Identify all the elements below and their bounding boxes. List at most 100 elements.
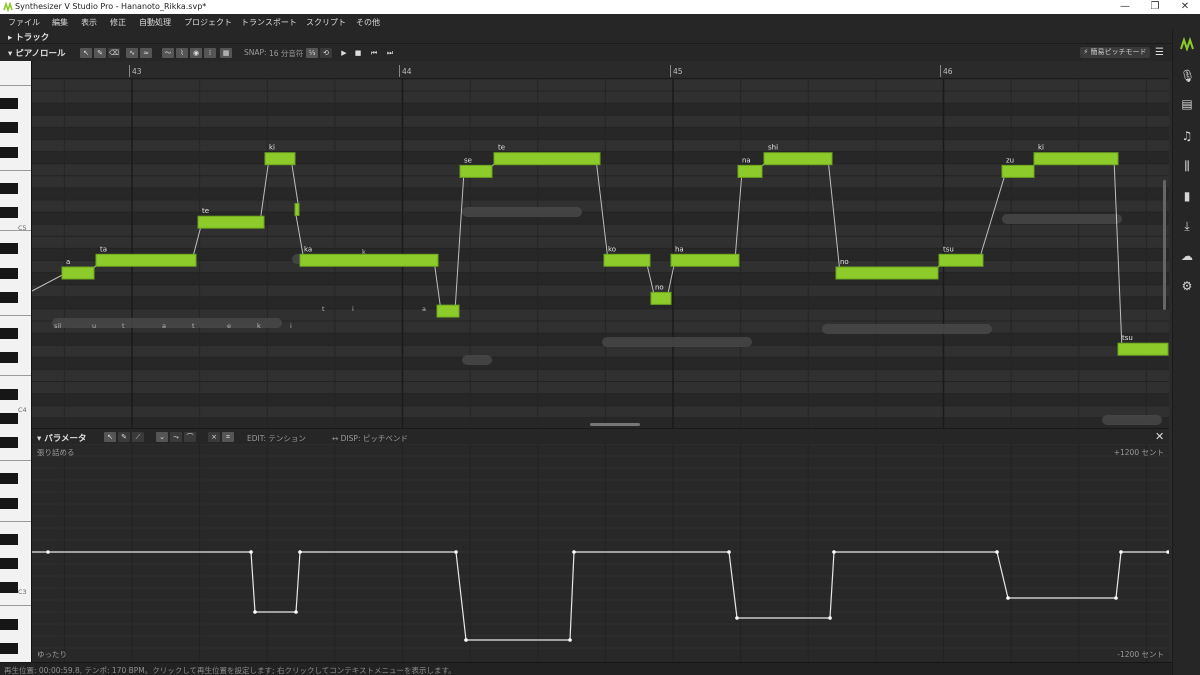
menu-project[interactable]: プロジェクト xyxy=(184,17,232,28)
simple-pitch-mode-button[interactable]: ⚡ 簡易ピッチモード xyxy=(1080,47,1150,58)
disp-param-select[interactable]: ↔ DISP: ピッチベンド xyxy=(332,433,408,444)
library-icon[interactable]: ⫼ xyxy=(1180,159,1194,173)
black-key[interactable] xyxy=(0,243,18,255)
note-block[interactable] xyxy=(835,266,939,280)
hamburger-menu-icon[interactable]: ☰ xyxy=(1155,47,1164,58)
param-smooth-icon[interactable]: ⤳ xyxy=(170,432,182,442)
show-waveform-icon[interactable]: ⌇ xyxy=(176,48,188,58)
param-snap-icon[interactable]: ⌗ xyxy=(222,432,234,442)
note-block[interactable] xyxy=(197,215,265,229)
vertical-scrollbar[interactable] xyxy=(1163,180,1166,310)
snap-select[interactable]: 16 分音符 xyxy=(269,48,303,59)
edit-param-select[interactable]: EDIT: テンション xyxy=(247,433,306,444)
timeline-ruler[interactable]: 43 44 45 46 xyxy=(32,61,1169,79)
param-curve-icon[interactable]: ⌄ xyxy=(156,432,168,442)
black-key[interactable] xyxy=(0,388,18,400)
note-block[interactable] xyxy=(95,253,197,267)
black-key[interactable] xyxy=(0,533,18,545)
eraser-tool-icon[interactable]: ⌫ xyxy=(108,48,120,58)
tension-control-point[interactable] xyxy=(572,550,576,554)
tension-control-point[interactable] xyxy=(253,610,257,614)
tension-curve[interactable] xyxy=(32,551,1168,641)
note-block[interactable] xyxy=(1033,152,1119,166)
black-key[interactable] xyxy=(0,582,18,594)
tension-control-point[interactable] xyxy=(1114,596,1118,600)
note-block[interactable] xyxy=(294,203,300,216)
tension-control-point[interactable] xyxy=(1119,550,1123,554)
black-key[interactable] xyxy=(0,98,18,110)
select-tool-icon[interactable]: ↖ xyxy=(80,48,92,58)
param-pen-icon[interactable]: ✎ xyxy=(118,432,130,442)
tension-control-point[interactable] xyxy=(464,638,468,642)
pitch-tool-icon[interactable]: ∿ xyxy=(126,48,138,58)
black-key[interactable] xyxy=(0,642,18,654)
show-phoneme-icon[interactable]: ◉ xyxy=(190,48,202,58)
note-block[interactable] xyxy=(1001,164,1035,178)
menu-script[interactable]: スクリプト xyxy=(306,17,346,28)
black-key[interactable] xyxy=(0,473,18,485)
show-timing-icon[interactable]: ⁞ xyxy=(204,48,216,58)
clapperboard-icon[interactable]: ▤ xyxy=(1180,97,1194,111)
pen-tool-icon[interactable]: ✎ xyxy=(94,48,106,58)
triplet-icon[interactable]: ⅓ xyxy=(306,48,318,58)
note-block[interactable] xyxy=(61,266,95,280)
black-key[interactable] xyxy=(0,146,18,158)
param-arc-icon[interactable]: ⌒ xyxy=(184,432,196,442)
tension-control-point[interactable] xyxy=(46,550,50,554)
black-key[interactable] xyxy=(0,291,18,303)
note-block[interactable] xyxy=(763,152,833,166)
menu-edit[interactable]: 編集 xyxy=(52,17,68,28)
import-icon[interactable]: ⤓ xyxy=(1180,219,1194,233)
rewind-icon[interactable]: ⏮ xyxy=(368,48,380,58)
minimize-button[interactable]: — xyxy=(1110,0,1140,14)
tension-control-point[interactable] xyxy=(832,550,836,554)
tension-control-point[interactable] xyxy=(568,638,572,642)
loop-icon[interactable]: ⟲ xyxy=(320,48,332,58)
tension-control-point[interactable] xyxy=(298,550,302,554)
note-block[interactable] xyxy=(493,152,601,166)
microphone-icon[interactable]: 🎙 xyxy=(1180,69,1195,83)
note-block[interactable] xyxy=(1117,342,1169,356)
menu-transport[interactable]: トランスポート xyxy=(241,17,297,28)
close-parameter-panel-icon[interactable]: ✕ xyxy=(1155,430,1164,443)
parameter-curve-canvas[interactable] xyxy=(32,444,1169,662)
play-icon[interactable]: ▶ xyxy=(338,48,350,58)
tension-control-point[interactable] xyxy=(727,550,731,554)
pitch-pen-icon[interactable]: ≈ xyxy=(140,48,152,58)
note-block[interactable] xyxy=(650,291,672,305)
book-icon[interactable]: ▮ xyxy=(1180,189,1194,203)
black-key[interactable] xyxy=(0,497,18,509)
tension-control-point[interactable] xyxy=(454,550,458,554)
panel-resize-handle[interactable] xyxy=(590,423,640,426)
tension-control-point[interactable] xyxy=(1166,550,1169,554)
black-key[interactable] xyxy=(0,122,18,134)
menu-auto-process[interactable]: 自動処理 xyxy=(139,17,171,28)
tension-control-point[interactable] xyxy=(828,616,832,620)
black-key[interactable] xyxy=(0,618,18,630)
note-block[interactable] xyxy=(436,304,460,318)
note-block[interactable] xyxy=(603,253,651,267)
show-pitch-icon[interactable]: 〜 xyxy=(162,48,174,58)
note-block[interactable] xyxy=(264,152,296,166)
tension-control-point[interactable] xyxy=(249,550,253,554)
forward-icon[interactable]: ⏭ xyxy=(384,48,396,58)
black-key[interactable] xyxy=(0,207,18,219)
menu-file[interactable]: ファイル xyxy=(8,17,40,28)
note-block[interactable] xyxy=(299,253,439,267)
black-key[interactable] xyxy=(0,328,18,340)
black-key[interactable] xyxy=(0,182,18,194)
param-scale-icon[interactable]: × xyxy=(208,432,220,442)
black-key[interactable] xyxy=(0,558,18,569)
tension-control-point[interactable] xyxy=(294,610,298,614)
note-block[interactable] xyxy=(737,164,763,178)
param-line-icon[interactable]: ⟋ xyxy=(132,432,144,442)
menu-modify[interactable]: 修正 xyxy=(110,17,126,28)
cloud-check-icon[interactable]: ☁ xyxy=(1180,249,1194,263)
note-block[interactable] xyxy=(459,164,493,178)
note-block[interactable] xyxy=(938,253,984,267)
close-button[interactable]: ✕ xyxy=(1170,0,1200,14)
piano-roll-canvas[interactable]: sil u t a t e k it ikaatatekikasetekonohanashino… xyxy=(32,79,1169,428)
tension-control-point[interactable] xyxy=(995,550,999,554)
stop-icon[interactable]: ■ xyxy=(352,48,364,58)
note-properties-icon[interactable]: ▦ xyxy=(220,48,232,58)
